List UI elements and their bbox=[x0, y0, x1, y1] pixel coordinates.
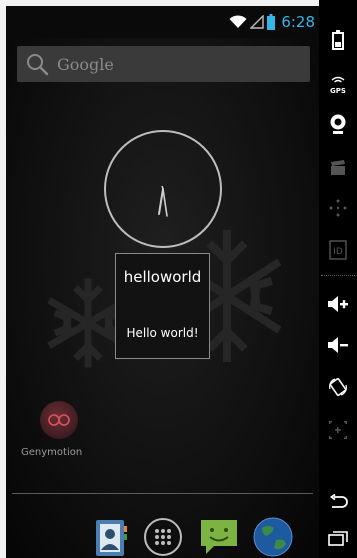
battery-button[interactable] bbox=[319, 22, 357, 58]
recent-apps-icon bbox=[328, 531, 348, 546]
rotate-icon bbox=[329, 377, 347, 397]
scale-button[interactable] bbox=[319, 412, 357, 448]
rotate-button[interactable] bbox=[319, 369, 357, 405]
genymotion-icon bbox=[40, 401, 78, 439]
recent-apps-button[interactable] bbox=[319, 520, 357, 556]
wifi-icon bbox=[229, 15, 247, 28]
webcam-icon bbox=[330, 114, 346, 134]
app-label: Genymotion bbox=[21, 447, 83, 458]
volume-down-button[interactable] bbox=[319, 327, 357, 363]
emulator-side-panel: GPS ID bbox=[319, 0, 357, 558]
id-label: ID bbox=[333, 247, 343, 257]
clock-second-hand bbox=[161, 185, 164, 190]
id-icon: ID bbox=[329, 240, 347, 260]
gps-label: GPS bbox=[330, 87, 346, 95]
toast-title: helloworld bbox=[123, 268, 202, 286]
device-id-button[interactable]: ID bbox=[319, 232, 357, 268]
dock bbox=[6, 516, 319, 558]
scale-icon bbox=[329, 421, 347, 439]
phone-screen: 6:28 Google helloworld Hello world! Geny… bbox=[6, 6, 319, 558]
signal-icon bbox=[250, 15, 265, 29]
clapper-icon bbox=[331, 160, 345, 175]
app-genymotion[interactable]: Genymotion bbox=[21, 401, 97, 465]
contacts-icon[interactable] bbox=[90, 516, 132, 558]
apps-grid-icon[interactable] bbox=[142, 516, 184, 558]
battery-icon bbox=[332, 30, 344, 50]
messaging-icon[interactable] bbox=[198, 516, 240, 558]
back-icon bbox=[329, 494, 348, 508]
video-button[interactable] bbox=[319, 150, 357, 186]
side-panel-divider bbox=[321, 275, 355, 276]
battery-icon bbox=[267, 14, 276, 30]
globe-icon[interactable] bbox=[252, 516, 294, 558]
gps-icon: GPS bbox=[330, 76, 346, 95]
dock-divider bbox=[12, 493, 313, 494]
gps-button[interactable]: GPS bbox=[319, 66, 357, 102]
clock-hour-hand bbox=[158, 188, 164, 215]
search-placeholder: Google bbox=[57, 54, 114, 74]
toast-dialog: helloworld Hello world! bbox=[115, 253, 210, 359]
search-icon bbox=[27, 54, 49, 76]
volume-up-icon bbox=[328, 296, 348, 312]
google-search-bar[interactable]: Google bbox=[17, 46, 310, 82]
volume-down-icon bbox=[328, 337, 348, 353]
dpad-icon bbox=[329, 199, 347, 217]
back-button[interactable] bbox=[319, 484, 357, 520]
status-icons: 6:28 bbox=[229, 12, 315, 32]
camera-button[interactable] bbox=[319, 106, 357, 142]
toast-message: Hello world! bbox=[126, 326, 199, 340]
volume-up-button[interactable] bbox=[319, 286, 357, 322]
dpad-button[interactable] bbox=[319, 190, 357, 226]
analog-clock-widget[interactable] bbox=[102, 128, 224, 250]
emulator-window: 6:28 Google helloworld Hello world! Geny… bbox=[0, 0, 357, 558]
clock-minute-hand bbox=[162, 188, 168, 217]
genymotion-logo-icon bbox=[48, 414, 70, 426]
status-time: 6:28 bbox=[281, 13, 315, 31]
status-bar: 6:28 bbox=[6, 6, 319, 38]
